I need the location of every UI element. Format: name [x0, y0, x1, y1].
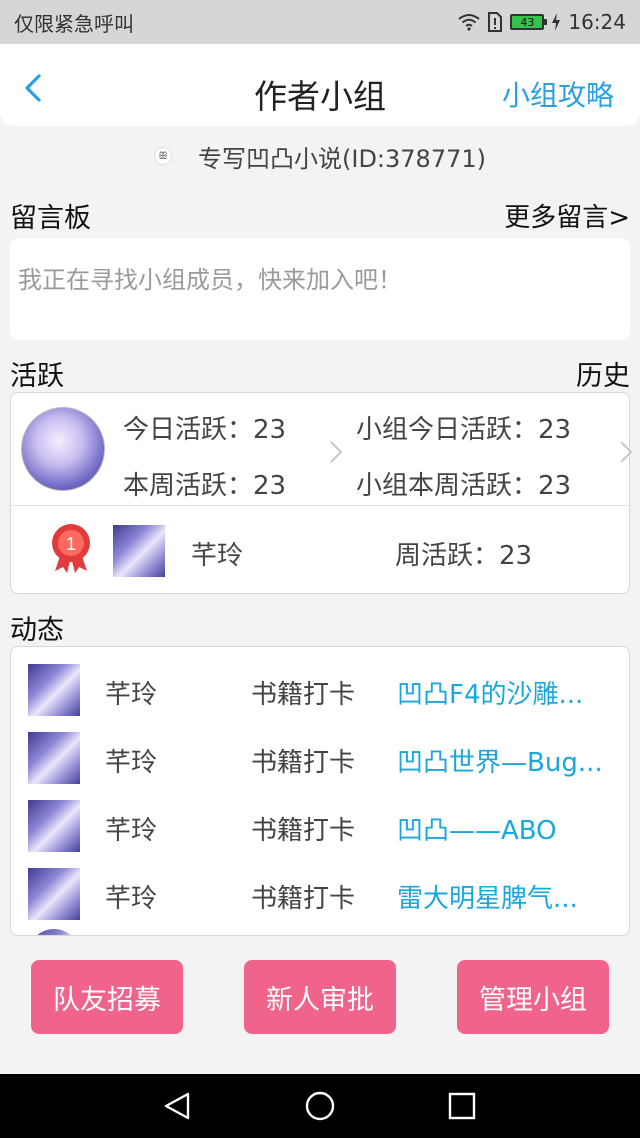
group-info: ꕥ 专写凹凸小说(ID:378771) — [0, 138, 640, 174]
recents-square-icon[interactable] — [446, 1090, 478, 1122]
system-nav-bar — [0, 1074, 640, 1138]
status-icons: 43 16:24 — [458, 10, 626, 34]
carrier-text: 仅限紧急呼叫 — [14, 11, 134, 36]
more-messages-link[interactable]: 更多留言> — [504, 197, 630, 234]
avatar[interactable] — [28, 800, 80, 852]
feed-book-link[interactable]: 凹凸世界—Bug... — [397, 742, 617, 779]
feed-book-link[interactable]: 凹凸F4的沙雕... — [397, 674, 617, 711]
approve-button[interactable]: 新人审批 — [244, 960, 396, 1034]
list-item[interactable]: 芊玲 书籍打卡 凹凸——ABO — [11, 790, 629, 852]
feed-book-link[interactable]: 雷大明星脾气... — [397, 878, 617, 915]
avatar[interactable] — [28, 664, 80, 716]
group-icon: ꕥ — [154, 147, 172, 165]
feed-member-name: 芊玲 — [105, 816, 158, 846]
status-time: 16:24 — [568, 10, 626, 34]
group-week-activity: 小组本周活跃：23 — [356, 471, 572, 501]
activity-title: 活跃 — [10, 361, 64, 392]
feed-member-name: 芊玲 — [105, 884, 158, 914]
home-circle-icon[interactable] — [304, 1090, 336, 1122]
ranking-weekly-activity: 周活跃：23 — [395, 541, 533, 571]
manage-group-button[interactable]: 管理小组 — [457, 960, 609, 1034]
group-today-activity: 小组今日活跃：23 — [356, 415, 572, 445]
group-guide-link[interactable]: 小组攻略 — [502, 74, 614, 114]
chevron-right-icon[interactable] — [619, 440, 633, 464]
feed-action: 书籍打卡 — [251, 816, 356, 846]
back-triangle-icon[interactable] — [162, 1090, 194, 1122]
medal-icon: 1 — [52, 524, 90, 573]
rank-number: 1 — [66, 534, 76, 554]
app-header: 作者小组 小组攻略 — [0, 44, 640, 126]
week-activity: 本周活跃：23 — [123, 471, 287, 501]
activity-card: 今日活跃：23 本周活跃：23 小组今日活跃：23 小组本周活跃：23 1 芊玲… — [10, 392, 633, 594]
sim-alert-icon — [488, 12, 503, 32]
feed-title: 动态 — [10, 615, 64, 646]
feed-member-name: 芊玲 — [105, 748, 158, 778]
recruit-button[interactable]: 队友招募 — [31, 960, 183, 1034]
status-bar: 仅限紧急呼叫 43 16:24 — [0, 0, 640, 44]
feed-action: 书籍打卡 — [251, 884, 356, 914]
feed-action: 书籍打卡 — [251, 680, 356, 710]
battery-icon: 43 — [510, 14, 548, 30]
avatar[interactable] — [113, 525, 165, 577]
message-board[interactable]: 我正在寻找小组成员，快来加入吧！ — [10, 238, 630, 340]
today-activity: 今日活跃：23 — [123, 415, 287, 445]
avatar[interactable] — [28, 929, 80, 935]
feed-member-name: 芊玲 — [105, 680, 158, 710]
list-item[interactable]: 芊玲 书籍打卡 雷大明星脾气... — [11, 858, 629, 920]
feed-book-link[interactable]: 凹凸——ABO — [397, 810, 617, 847]
list-item[interactable]: 芊玲 书籍打卡 凹凸世界—Bug... — [11, 722, 629, 784]
avatar[interactable] — [28, 732, 80, 784]
charging-icon — [552, 13, 561, 31]
list-item[interactable]: 芊玲 书籍打卡 凹凸F4的沙雕... — [11, 654, 629, 716]
feed-action: 书籍打卡 — [251, 748, 356, 778]
avatar[interactable] — [21, 407, 105, 491]
avatar[interactable] — [28, 868, 80, 920]
feed-list: 芊玲 书籍打卡 凹凸F4的沙雕... 芊玲 书籍打卡 凹凸世界—Bug... 芊… — [10, 646, 630, 936]
message-board-title: 留言板 — [10, 203, 91, 234]
wifi-icon — [458, 14, 480, 31]
group-name: 专写凹凸小说(ID:378771) — [198, 144, 486, 173]
message-board-placeholder: 我正在寻找小组成员，快来加入吧！ — [18, 266, 402, 294]
divider — [11, 505, 629, 506]
chevron-right-icon[interactable] — [329, 440, 343, 464]
ranking-member-name: 芊玲 — [191, 541, 244, 571]
history-link[interactable]: 历史 — [576, 354, 630, 393]
